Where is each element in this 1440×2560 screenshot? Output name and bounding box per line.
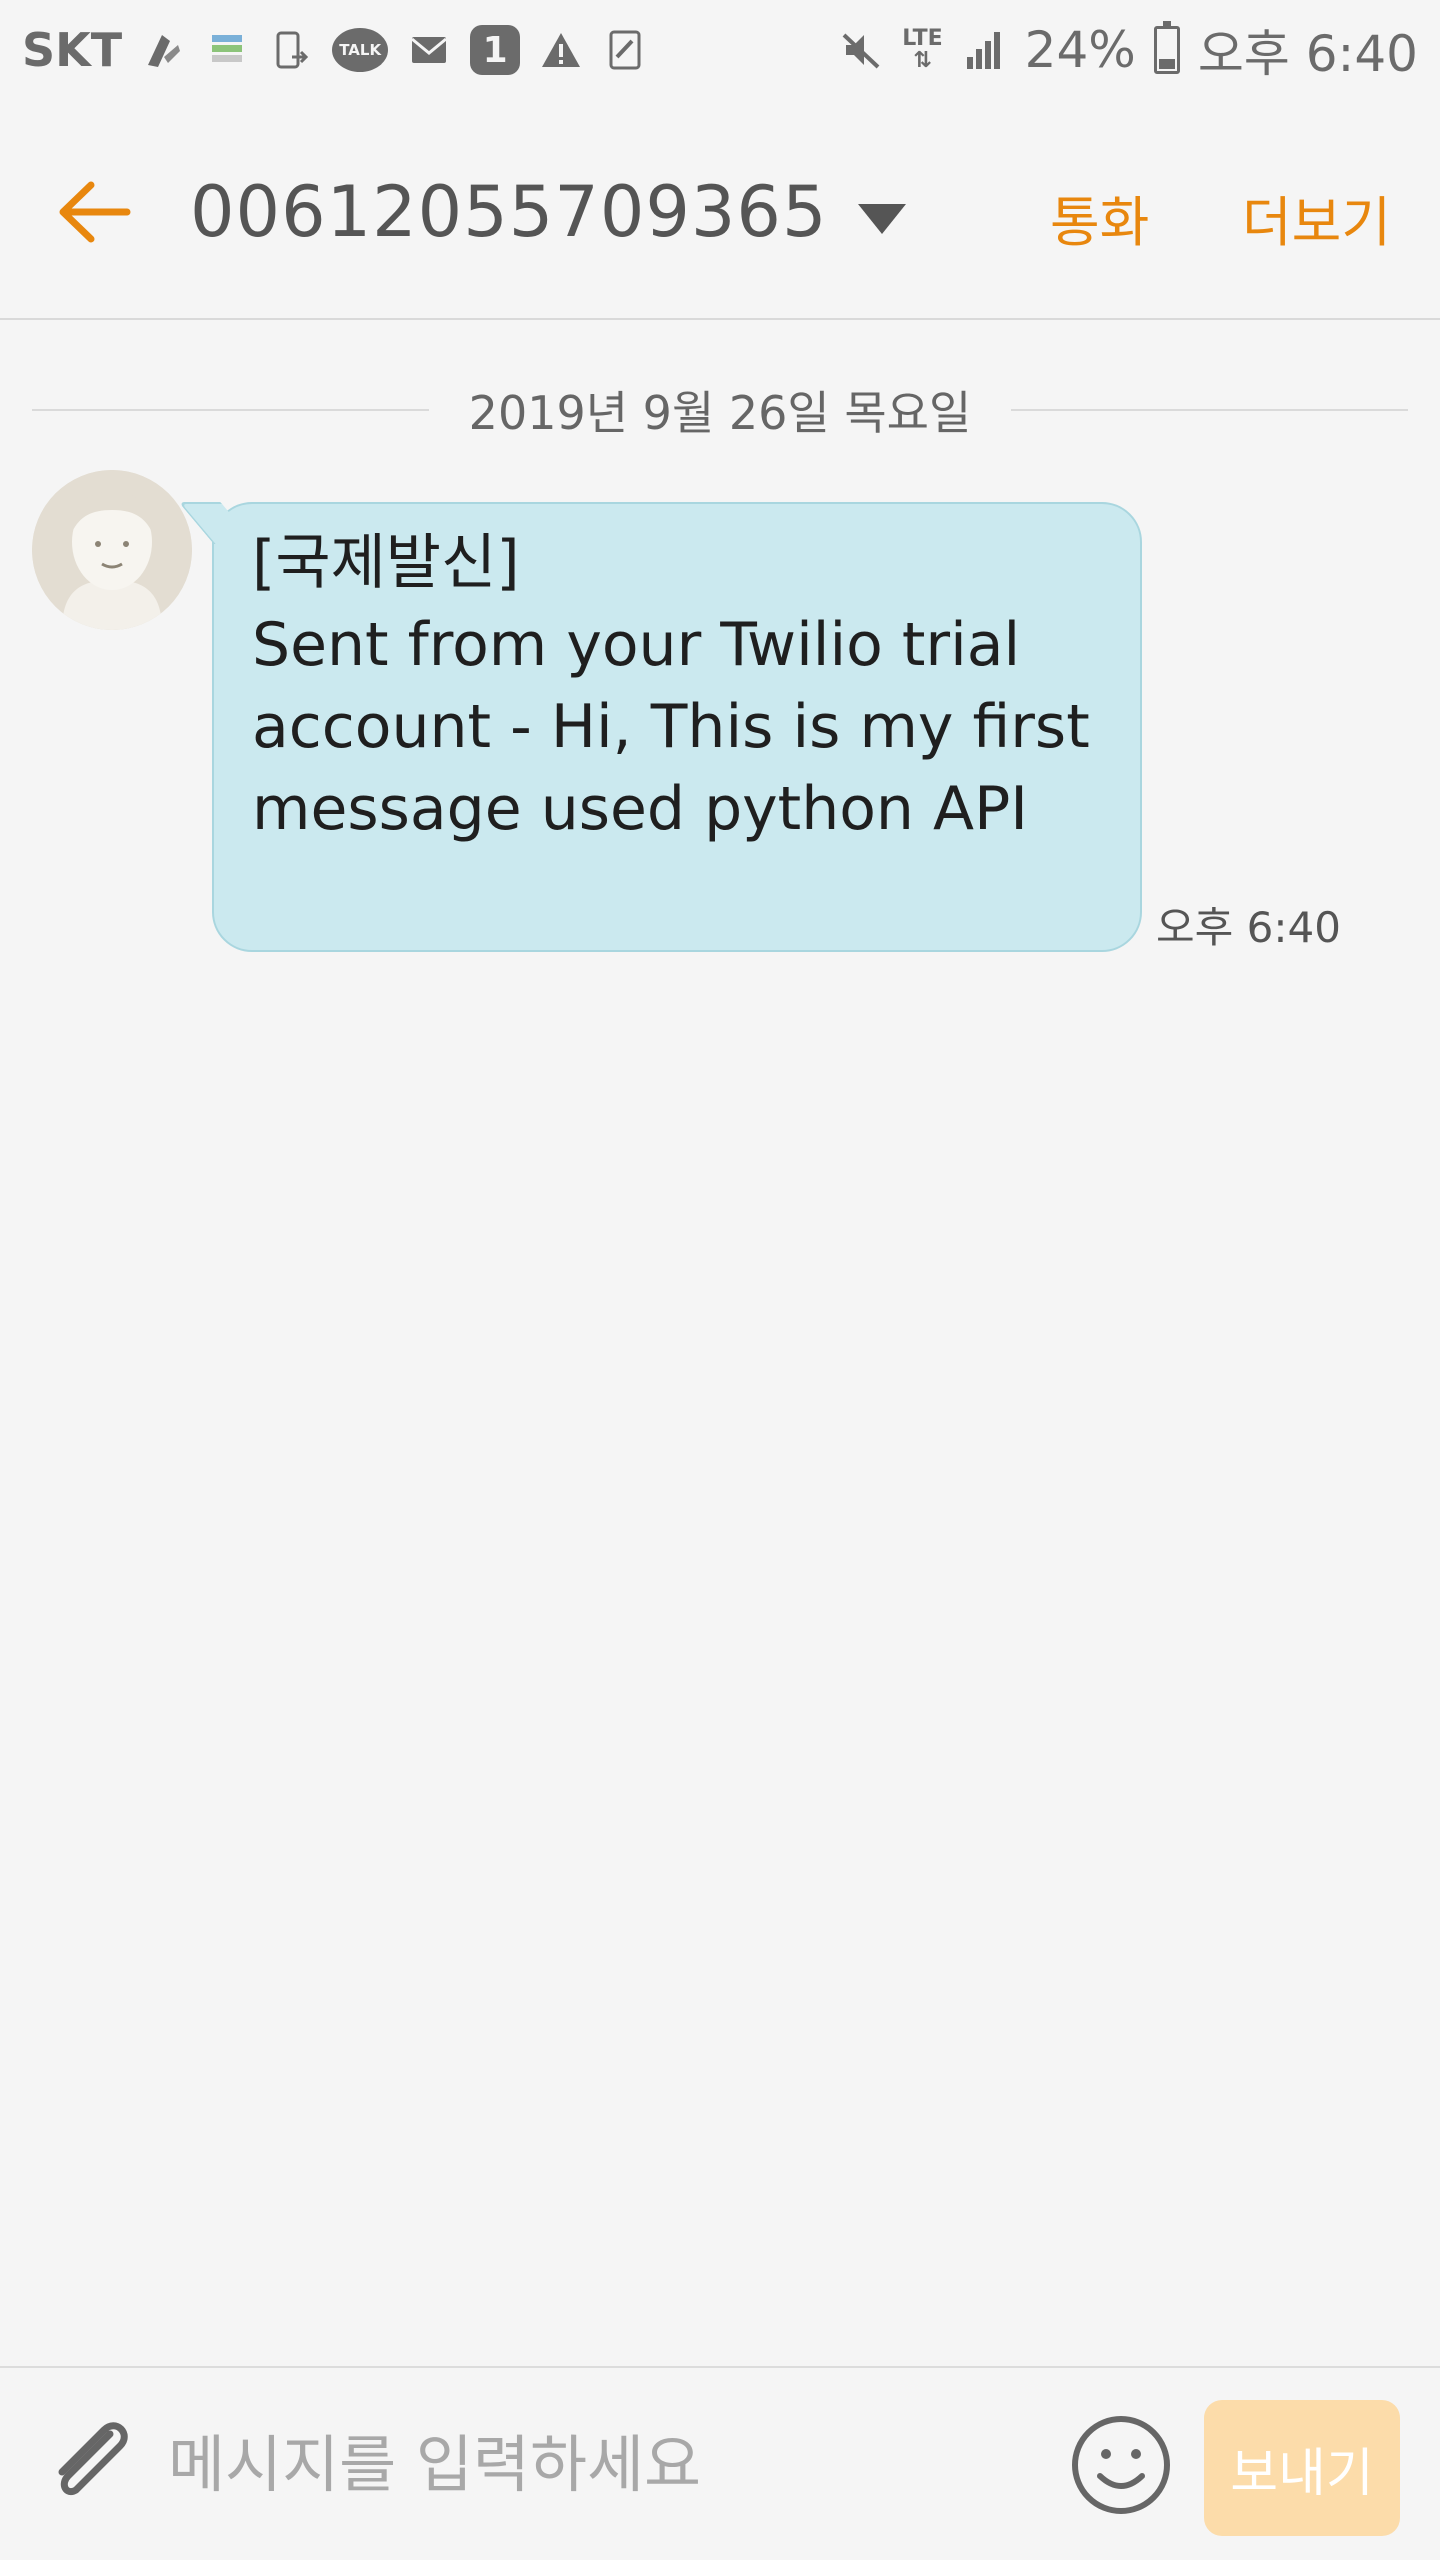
emoji-button[interactable] <box>1068 2412 1174 2518</box>
battery-fill <box>1158 58 1175 69</box>
message-input[interactable] <box>168 2414 1048 2514</box>
contact-avatar[interactable] <box>32 470 192 630</box>
status-bar: SKT TALK 1 LTE ⇅ 24% 오후 6:40 <box>0 0 1440 100</box>
mail-icon <box>406 27 452 73</box>
signal-icon <box>961 27 1007 73</box>
call-button[interactable]: 통화 <box>1050 178 1149 257</box>
status-time: 오후 6:40 <box>1197 25 1418 83</box>
messaging-screen: SKT TALK 1 LTE ⇅ 24% 오후 6:40 00612055709… <box>0 0 1440 2560</box>
message-time: 오후 6:40 <box>1156 903 1341 952</box>
lte-icon: LTE ⇅ <box>902 26 943 73</box>
status-left: SKT TALK 1 <box>22 23 648 77</box>
divider-line <box>1011 409 1408 411</box>
mute-icon <box>838 27 884 73</box>
app-bar: 00612055709365 통화 더보기 <box>0 100 1440 320</box>
more-button[interactable]: 더보기 <box>1242 178 1391 257</box>
attach-button[interactable] <box>40 2412 140 2512</box>
paperclip-icon <box>58 2422 128 2495</box>
smiley-icon <box>1072 2416 1170 2514</box>
composer-bar: 보내기 <box>0 2366 1440 2560</box>
phone-transfer-icon <box>268 27 314 73</box>
network-label: LTE <box>902 26 943 51</box>
person-avatar-icon <box>32 470 192 630</box>
divider-line <box>32 409 429 411</box>
sketch-app-icon <box>140 27 186 73</box>
arrow-left-icon <box>59 181 131 243</box>
contact-number[interactable]: 00612055709365 <box>190 170 828 254</box>
warning-icon <box>538 27 584 73</box>
battery-percent: 24% <box>1024 21 1136 79</box>
carrier-label: SKT <box>22 23 123 77</box>
message-bubble[interactable]: [국제발신] Sent from your Twilio trial accou… <box>212 502 1142 952</box>
date-divider: 2019년 9월 26일 목요일 <box>32 380 1408 440</box>
one-badge-icon: 1 <box>470 25 521 75</box>
kakaotalk-icon: TALK <box>332 28 389 72</box>
note-icon <box>602 27 648 73</box>
contact-dropdown-button[interactable] <box>852 188 912 248</box>
send-button[interactable]: 보내기 <box>1204 2400 1400 2536</box>
back-button[interactable] <box>50 172 140 252</box>
message-text: [국제발신] Sent from your Twilio trial accou… <box>252 528 1090 844</box>
calendar-icon <box>204 27 250 73</box>
status-right: LTE ⇅ 24% 오후 6:40 <box>838 14 1418 86</box>
battery-icon <box>1153 21 1180 74</box>
conversation-date: 2019년 9월 26일 목요일 <box>468 386 972 440</box>
triangle-down-icon <box>858 204 906 234</box>
